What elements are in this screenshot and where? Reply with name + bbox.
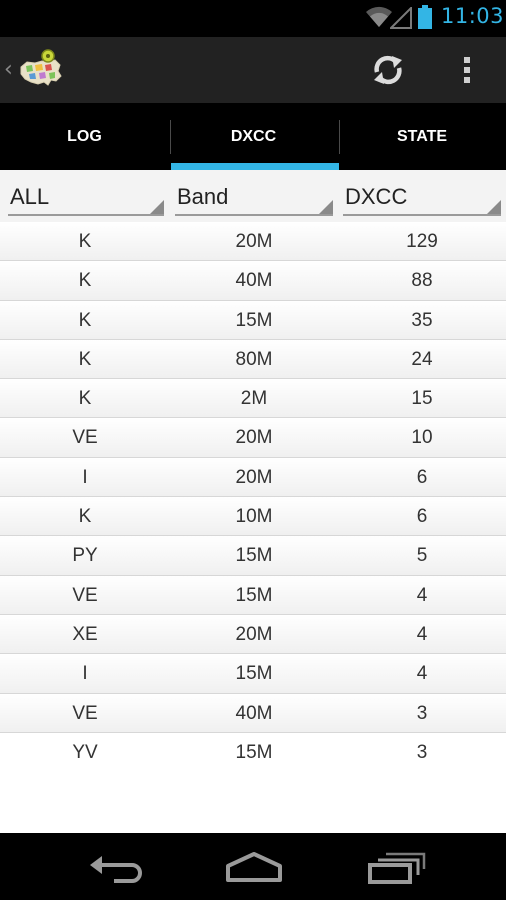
count-cell: 129 — [406, 231, 438, 252]
prefix-cell: K — [78, 309, 92, 331]
prefix-filter-value: ALL — [10, 184, 50, 209]
band-filter-spinner[interactable]: Band — [175, 178, 333, 216]
band-cell: 10M — [235, 506, 273, 528]
chevron-left-icon[interactable]: ‹ — [4, 57, 13, 82]
prefix-filter-spinner[interactable]: ALL — [8, 178, 164, 216]
table-row[interactable]: VE 15M 4 — [0, 575, 506, 615]
prefix-cell: K — [78, 506, 92, 528]
tab-log[interactable]: LOG — [0, 103, 169, 170]
dropdown-arrow-icon — [319, 200, 333, 214]
usa-map-app-icon[interactable] — [18, 48, 64, 94]
table-row[interactable]: K 10M 6 — [0, 497, 506, 537]
band-cell: 20M — [235, 231, 273, 252]
table-row[interactable]: K 20M 129 — [0, 222, 506, 262]
signal-icon — [390, 7, 412, 29]
status-clock: 11:03 — [441, 4, 505, 28]
table-row[interactable]: PY 15M 5 — [0, 536, 506, 576]
prefix-cell: VE — [72, 702, 98, 724]
table-row[interactable]: XE 20M 4 — [0, 614, 506, 655]
navigation-bar — [0, 833, 506, 900]
band-cell: 15M — [235, 545, 273, 567]
count-cell: 3 — [416, 702, 428, 724]
prefix-cell: I — [82, 466, 88, 488]
table-row[interactable]: K 80M 24 — [0, 339, 506, 380]
back-icon[interactable] — [74, 843, 154, 891]
table-row[interactable]: K 40M 88 — [0, 261, 506, 301]
table-row[interactable]: I 20M 6 — [0, 457, 506, 498]
band-cell: 20M — [235, 623, 273, 645]
dropdown-arrow-icon — [150, 200, 164, 214]
prefix-cell: K — [78, 270, 92, 292]
status-bar: 11:03 — [0, 0, 506, 37]
band-cell: 15M — [235, 741, 273, 763]
dropdown-arrow-icon — [487, 200, 501, 214]
band-cell: 15M — [235, 584, 273, 606]
count-cell: 35 — [411, 309, 433, 331]
band-cell: 2M — [240, 388, 268, 410]
prefix-cell: K — [78, 348, 92, 370]
prefix-cell: VE — [72, 427, 98, 449]
count-cell: 4 — [416, 584, 428, 606]
band-cell: 20M — [235, 427, 273, 449]
battery-icon — [418, 5, 432, 29]
prefix-cell: K — [78, 231, 92, 252]
count-cell: 6 — [416, 506, 428, 528]
band-cell: 80M — [235, 348, 273, 370]
wifi-icon — [366, 6, 392, 27]
count-cell: 88 — [411, 270, 433, 292]
count-cell: 5 — [416, 545, 428, 567]
dxcc-table: K 20M 129 K 40M 88 K 15M 35 K 80M 24 K 2M 15 VE 20M… — [0, 222, 506, 773]
recents-icon[interactable] — [356, 843, 436, 891]
count-cell: 15 — [411, 388, 433, 410]
filter-row: ALL Band DXCC — [0, 170, 506, 222]
refresh-icon[interactable] — [362, 45, 414, 95]
prefix-cell: VE — [72, 584, 98, 606]
home-icon[interactable] — [214, 843, 294, 891]
tab-dxcc[interactable]: DXCC — [169, 103, 338, 170]
dxcc-filter-spinner[interactable]: DXCC — [343, 178, 501, 216]
prefix-cell: XE — [72, 623, 98, 645]
prefix-cell: PY — [72, 545, 98, 567]
count-cell: 4 — [416, 623, 428, 645]
count-cell: 24 — [411, 348, 433, 370]
count-cell: 6 — [416, 466, 428, 488]
count-cell: 3 — [416, 741, 428, 763]
table-row[interactable]: YV 15M 3 — [0, 732, 506, 773]
count-cell: 4 — [416, 663, 428, 685]
overflow-menu-icon[interactable] — [450, 45, 484, 95]
tab-bar: LOG DXCC STATE — [0, 103, 506, 170]
band-cell: 20M — [235, 466, 273, 488]
band-cell: 40M — [235, 270, 273, 292]
band-filter-value: Band — [177, 184, 229, 209]
count-cell: 10 — [411, 427, 433, 449]
action-bar: ‹ — [0, 37, 506, 103]
prefix-cell: K — [78, 388, 92, 410]
band-cell: 40M — [235, 702, 273, 724]
table-row[interactable]: K 15M 35 — [0, 300, 506, 340]
table-row[interactable]: I 15M 4 — [0, 654, 506, 694]
table-row[interactable]: VE 20M 10 — [0, 418, 506, 458]
band-cell: 15M — [235, 663, 273, 685]
selected-tab-indicator — [171, 163, 339, 170]
dxcc-filter-value: DXCC — [345, 184, 408, 209]
tab-state[interactable]: STATE — [338, 103, 506, 170]
prefix-cell: I — [82, 663, 88, 685]
prefix-cell: YV — [72, 741, 98, 763]
table-row[interactable]: K 2M 15 — [0, 379, 506, 419]
table-row[interactable]: VE 40M 3 — [0, 693, 506, 733]
band-cell: 15M — [235, 309, 273, 331]
